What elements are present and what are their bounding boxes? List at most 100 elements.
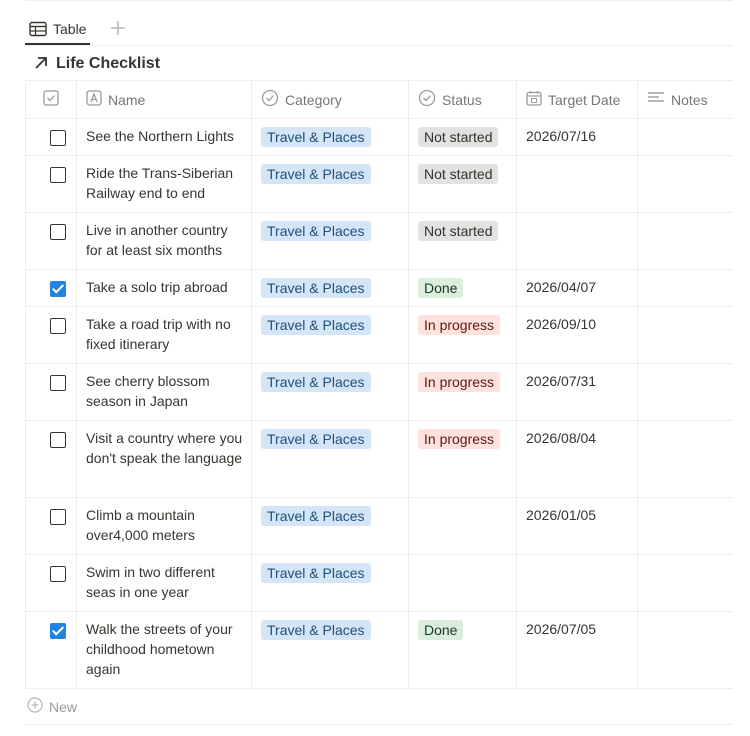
name-cell[interactable]: Ride the Trans-Siberian Railway end to e…	[77, 156, 252, 212]
row-checkbox[interactable]	[50, 375, 66, 391]
table-row[interactable]: Take a solo trip abroad Travel & Places Do…	[25, 270, 733, 307]
name-cell[interactable]: Walk the streets of your childhood homet…	[77, 612, 252, 688]
row-checkbox[interactable]	[50, 281, 66, 297]
category-cell[interactable]: Travel & Places	[252, 213, 409, 269]
category-cell[interactable]: Travel & Places	[252, 612, 409, 688]
name-cell[interactable]: Climb a mountain over4,000 meters	[77, 498, 252, 554]
name-cell[interactable]: Visit a country where you don't speak th…	[77, 421, 252, 497]
notes-cell[interactable]	[638, 307, 733, 363]
target-date-cell[interactable]: 2026/08/04	[517, 421, 638, 497]
status-cell[interactable]: In progress	[409, 421, 517, 497]
target-date-cell[interactable]	[517, 213, 638, 269]
name-cell[interactable]: Live in another country for at least six…	[77, 213, 252, 269]
table-header-row: Name Category Status Target Date Notes	[25, 81, 733, 119]
column-header-notes[interactable]: Notes	[638, 81, 733, 118]
table-row[interactable]: Climb a mountain over4,000 meters Travel …	[25, 498, 733, 555]
category-cell[interactable]: Travel & Places	[252, 421, 409, 497]
target-date-cell[interactable]	[517, 555, 638, 611]
table-row[interactable]: See cherry blossom season in Japan Travel…	[25, 364, 733, 421]
category-cell[interactable]: Travel & Places	[252, 270, 409, 306]
category-tag[interactable]: Travel & Places	[261, 164, 371, 184]
category-tag[interactable]: Travel & Places	[261, 372, 371, 392]
table-row[interactable]: Visit a country where you don't speak th…	[25, 421, 733, 498]
add-view-button[interactable]	[109, 18, 127, 40]
status-tag[interactable]: Not started	[418, 164, 499, 184]
category-tag[interactable]: Travel & Places	[261, 221, 371, 241]
category-cell[interactable]: Travel & Places	[252, 119, 409, 155]
table-row[interactable]: Take a road trip with no fixed itinerary…	[25, 307, 733, 364]
name-cell[interactable]: See the Northern Lights	[77, 119, 252, 155]
table-row[interactable]: Swim in two different seas in one year Tr…	[25, 555, 733, 612]
column-header-checkbox[interactable]	[25, 81, 77, 118]
target-date-cell[interactable]: 2026/09/10	[517, 307, 638, 363]
target-date-cell[interactable]: 2026/04/07	[517, 270, 638, 306]
row-checkbox[interactable]	[50, 318, 66, 334]
notes-cell[interactable]	[638, 421, 733, 497]
category-tag[interactable]: Travel & Places	[261, 563, 371, 583]
notes-cell[interactable]	[638, 612, 733, 688]
category-tag[interactable]: Travel & Places	[261, 127, 371, 147]
notes-cell[interactable]	[638, 270, 733, 306]
notes-cell[interactable]	[638, 156, 733, 212]
table-row[interactable]: Ride the Trans-Siberian Railway end to e…	[25, 156, 733, 213]
row-checkbox[interactable]	[50, 432, 66, 448]
table-row[interactable]: Live in another country for at least six…	[25, 213, 733, 270]
target-date-cell[interactable]: 2026/07/31	[517, 364, 638, 420]
status-tag[interactable]: Not started	[418, 127, 499, 147]
name-cell[interactable]: Swim in two different seas in one year	[77, 555, 252, 611]
name-cell[interactable]: Take a solo trip abroad	[77, 270, 252, 306]
status-tag[interactable]: Done	[418, 278, 464, 298]
status-tag[interactable]: In progress	[418, 372, 501, 392]
status-cell[interactable]: Done	[409, 270, 517, 306]
status-tag[interactable]: Done	[418, 620, 464, 640]
notes-cell[interactable]	[638, 119, 733, 155]
status-cell[interactable]	[409, 555, 517, 611]
notes-cell[interactable]	[638, 213, 733, 269]
notes-cell[interactable]	[638, 364, 733, 420]
status-cell[interactable]: Not started	[409, 156, 517, 212]
status-cell[interactable]: In progress	[409, 307, 517, 363]
status-tag[interactable]: Not started	[418, 221, 499, 241]
name-cell[interactable]: See cherry blossom season in Japan	[77, 364, 252, 420]
category-cell[interactable]: Travel & Places	[252, 364, 409, 420]
target-date-cell[interactable]: 2026/07/16	[517, 119, 638, 155]
database-title[interactable]: Life Checklist	[25, 52, 160, 76]
category-tag[interactable]: Travel & Places	[261, 278, 371, 298]
tab-table-view[interactable]: Table	[25, 14, 91, 45]
category-tag[interactable]: Travel & Places	[261, 429, 371, 449]
notes-cell[interactable]	[638, 498, 733, 554]
new-row-button[interactable]: New	[25, 689, 733, 725]
column-header-name[interactable]: Name	[77, 81, 252, 118]
column-header-status[interactable]: Status	[409, 81, 517, 118]
category-tag[interactable]: Travel & Places	[261, 620, 371, 640]
status-tag[interactable]: In progress	[418, 315, 501, 335]
row-checkbox[interactable]	[50, 167, 66, 183]
category-cell[interactable]: Travel & Places	[252, 307, 409, 363]
status-cell[interactable]	[409, 498, 517, 554]
column-header-category[interactable]: Category	[252, 81, 409, 118]
status-tag[interactable]: In progress	[418, 429, 501, 449]
target-date-cell[interactable]	[517, 156, 638, 212]
table-row[interactable]: Walk the streets of your childhood homet…	[25, 612, 733, 689]
status-cell[interactable]: Done	[409, 612, 517, 688]
category-cell[interactable]: Travel & Places	[252, 156, 409, 212]
target-date-value: 2026/04/07	[526, 279, 597, 295]
row-checkbox[interactable]	[50, 566, 66, 582]
status-cell[interactable]: In progress	[409, 364, 517, 420]
row-checkbox[interactable]	[50, 130, 66, 146]
target-date-cell[interactable]: 2026/07/05	[517, 612, 638, 688]
category-tag[interactable]: Travel & Places	[261, 315, 371, 335]
row-checkbox[interactable]	[50, 623, 66, 639]
category-cell[interactable]: Travel & Places	[252, 498, 409, 554]
target-date-cell[interactable]: 2026/01/05	[517, 498, 638, 554]
column-header-target-date[interactable]: Target Date	[517, 81, 638, 118]
table-row[interactable]: See the Northern Lights Travel & Places No…	[25, 119, 733, 156]
category-tag[interactable]: Travel & Places	[261, 506, 371, 526]
notes-cell[interactable]	[638, 555, 733, 611]
status-cell[interactable]: Not started	[409, 119, 517, 155]
name-cell[interactable]: Take a road trip with no fixed itinerary	[77, 307, 252, 363]
row-checkbox[interactable]	[50, 224, 66, 240]
row-checkbox[interactable]	[50, 509, 66, 525]
status-cell[interactable]: Not started	[409, 213, 517, 269]
category-cell[interactable]: Travel & Places	[252, 555, 409, 611]
